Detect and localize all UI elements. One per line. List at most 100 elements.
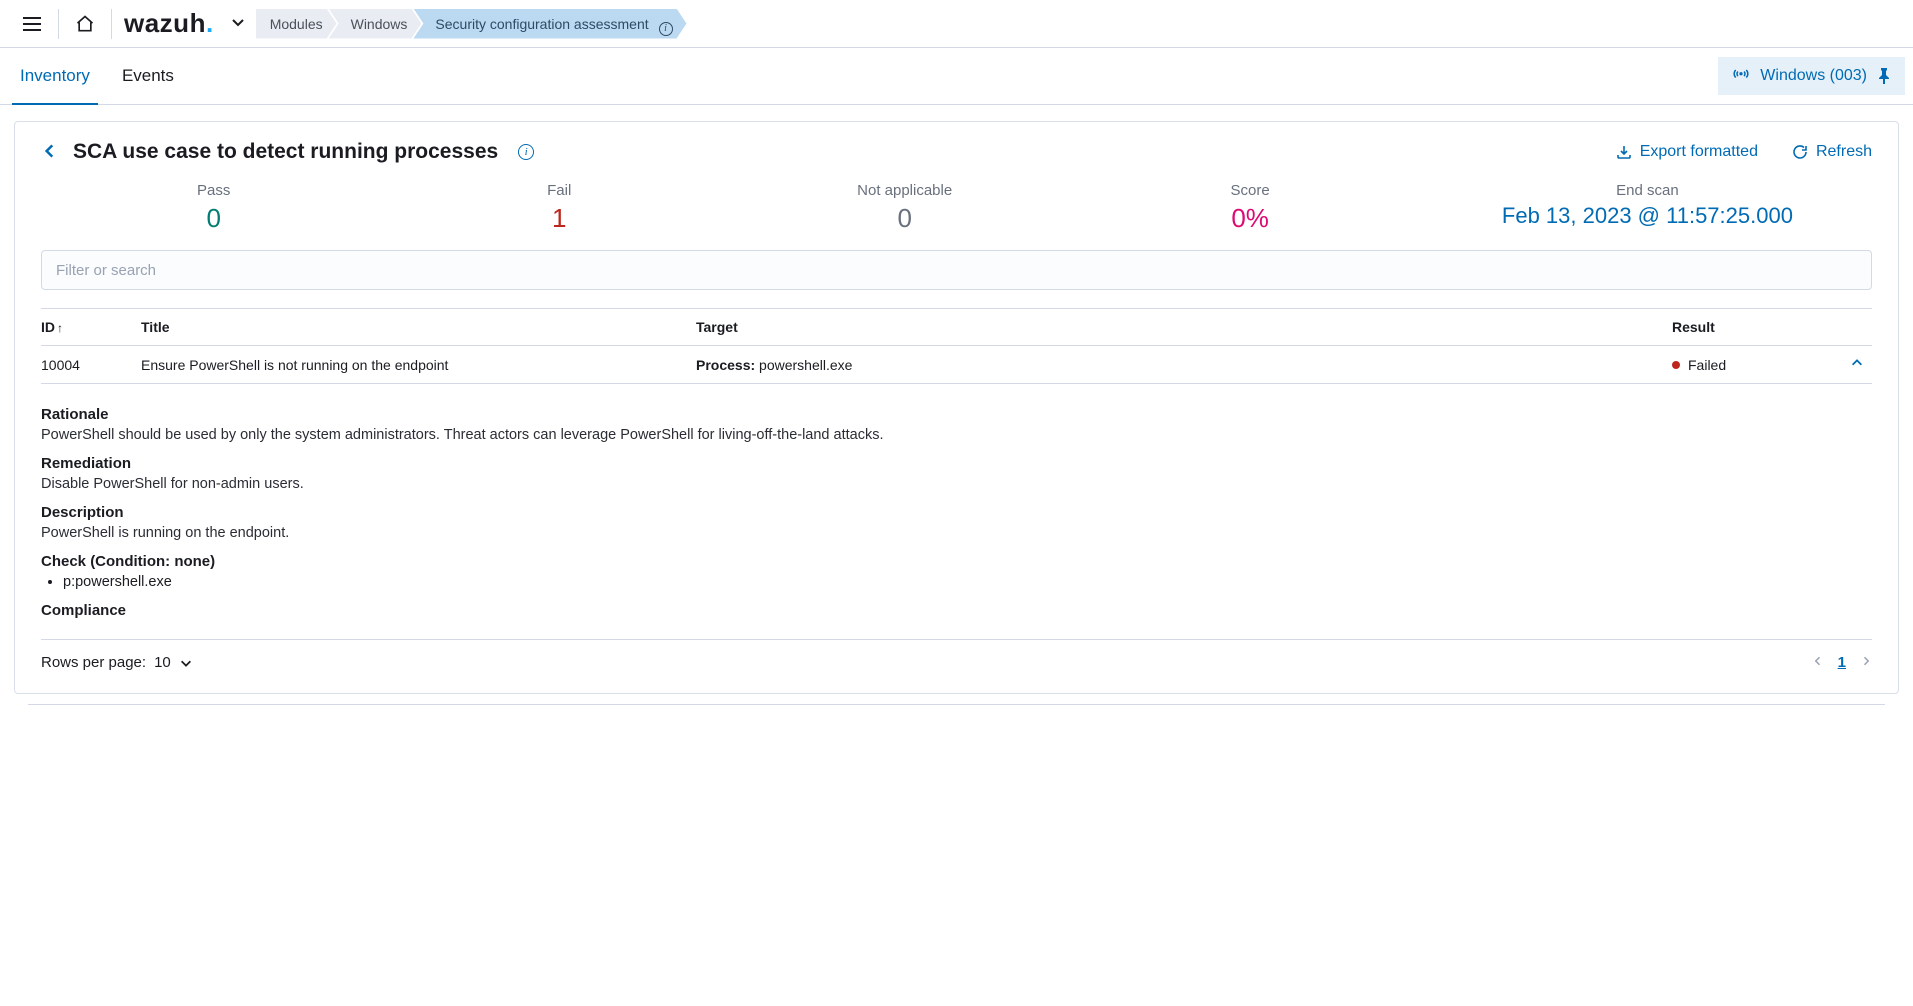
stat-score: Score 0%: [1077, 182, 1422, 234]
search-input[interactable]: [41, 250, 1872, 290]
cell-result: Failed: [1672, 347, 1832, 383]
refresh-icon: [1792, 144, 1808, 160]
check-heading: Check (Condition: none): [41, 553, 1872, 570]
home-icon: [75, 14, 95, 34]
info-icon[interactable]: i: [659, 22, 673, 36]
breadcrumb-sca[interactable]: Security configuration assessment i: [413, 9, 686, 39]
rows-per-page-value: 10: [154, 654, 171, 671]
results-table: ID↑ Title Target Result 10004 Ensure Pow…: [15, 308, 1898, 384]
cell-id: 10004: [41, 347, 141, 383]
menu-button[interactable]: [14, 6, 50, 42]
divider: [58, 9, 59, 39]
stat-not-applicable: Not applicable 0: [732, 182, 1077, 234]
sort-asc-icon: ↑: [57, 321, 63, 335]
stat-value: Feb 13, 2023 @ 11:57:25.000: [1423, 203, 1872, 229]
breadcrumb-windows[interactable]: Windows: [329, 9, 422, 39]
stat-value: 0%: [1077, 203, 1422, 234]
stat-label: Pass: [41, 182, 386, 199]
column-result[interactable]: Result: [1672, 309, 1832, 345]
status-dot-icon: [1672, 361, 1680, 369]
export-button[interactable]: Export formatted: [1616, 143, 1758, 161]
chevron-down-icon: [230, 14, 246, 30]
stat-value: 1: [386, 203, 731, 234]
stat-label: Fail: [386, 182, 731, 199]
tab-events[interactable]: Events: [120, 48, 176, 104]
stats-row: Pass 0 Fail 1 Not applicable 0 Score 0% …: [15, 172, 1898, 250]
next-page-button[interactable]: [1860, 654, 1872, 671]
back-button[interactable]: [41, 142, 59, 163]
export-label: Export formatted: [1640, 143, 1758, 161]
column-id[interactable]: ID↑: [41, 309, 141, 345]
stat-fail: Fail 1: [386, 182, 731, 234]
page-number[interactable]: 1: [1838, 654, 1846, 671]
chevron-left-icon: [41, 142, 59, 160]
prev-page-button[interactable]: [1812, 654, 1824, 671]
chevron-left-icon: [1812, 655, 1824, 667]
rationale-heading: Rationale: [41, 406, 1872, 423]
logo-dot: .: [206, 8, 214, 39]
app-switcher-button[interactable]: [230, 14, 246, 33]
chevron-down-icon: [179, 656, 193, 670]
stat-label: End scan: [1423, 182, 1872, 199]
breadcrumb-label: Security configuration assessment: [435, 16, 648, 32]
list-item: p:powershell.exe: [63, 574, 1872, 590]
table-footer: Rows per page: 10 1: [15, 640, 1898, 693]
row-detail: Rationale PowerShell should be used by o…: [41, 384, 1872, 640]
cell-title: Ensure PowerShell is not running on the …: [141, 347, 696, 383]
broadcast-icon: [1732, 67, 1750, 85]
hamburger-icon: [23, 17, 41, 31]
chevron-up-icon: [1850, 356, 1864, 370]
agent-label: Windows (003): [1760, 67, 1867, 85]
divider: [111, 9, 112, 39]
stat-pass: Pass 0: [41, 182, 386, 234]
panel-header: SCA use case to detect running processes…: [15, 122, 1898, 172]
logo-text: wazuh: [124, 8, 206, 39]
column-expand: [1832, 317, 1872, 337]
stat-end-scan: End scan Feb 13, 2023 @ 11:57:25.000: [1423, 182, 1872, 234]
column-title[interactable]: Title: [141, 309, 696, 345]
search-bar: [15, 250, 1898, 290]
home-button[interactable]: [67, 6, 103, 42]
check-list: p:powershell.exe: [63, 574, 1872, 590]
stat-value: 0: [41, 203, 386, 234]
remediation-text: Disable PowerShell for non-admin users.: [41, 476, 1872, 492]
cell-target: Process: powershell.exe: [696, 347, 1672, 383]
stat-value: 0: [732, 203, 1077, 234]
rows-per-page-label: Rows per page:: [41, 654, 146, 671]
table-header: ID↑ Title Target Result: [41, 308, 1872, 346]
chevron-right-icon: [1860, 655, 1872, 667]
tab-row: Inventory Events Windows (003): [0, 48, 1913, 105]
collapse-row-button[interactable]: [1850, 357, 1864, 373]
description-heading: Description: [41, 504, 1872, 521]
tab-inventory[interactable]: Inventory: [18, 48, 92, 104]
target-label: Process:: [696, 357, 755, 373]
target-value: powershell.exe: [759, 357, 852, 373]
remediation-heading: Remediation: [41, 455, 1872, 472]
table-row[interactable]: 10004 Ensure PowerShell is not running o…: [41, 346, 1872, 384]
pagination: 1: [1812, 654, 1872, 671]
result-text: Failed: [1688, 357, 1726, 373]
column-target[interactable]: Target: [696, 309, 1672, 345]
breadcrumb-label: Modules: [270, 16, 323, 32]
breadcrumb-label: Windows: [351, 16, 408, 32]
rationale-text: PowerShell should be used by only the sy…: [41, 427, 1872, 443]
pin-icon[interactable]: [1877, 68, 1891, 84]
stat-label: Not applicable: [732, 182, 1077, 199]
breadcrumb: Modules Windows Security configuration a…: [256, 9, 687, 39]
app-logo[interactable]: wazuh.: [124, 8, 214, 39]
compliance-heading: Compliance: [41, 602, 1872, 619]
divider: [28, 704, 1885, 705]
rows-per-page-selector[interactable]: Rows per page: 10: [41, 654, 193, 671]
page-title: SCA use case to detect running processes: [73, 140, 498, 164]
refresh-label: Refresh: [1816, 143, 1872, 161]
stat-label: Score: [1077, 182, 1422, 199]
top-bar: wazuh. Modules Windows Security configur…: [0, 0, 1913, 48]
breadcrumb-modules[interactable]: Modules: [256, 9, 337, 39]
agent-badge[interactable]: Windows (003): [1718, 57, 1905, 95]
description-text: PowerShell is running on the endpoint.: [41, 525, 1872, 541]
refresh-button[interactable]: Refresh: [1792, 143, 1872, 161]
download-icon: [1616, 144, 1632, 160]
info-icon[interactable]: i: [518, 144, 534, 160]
sca-panel: SCA use case to detect running processes…: [14, 121, 1899, 694]
tabs: Inventory Events: [0, 48, 176, 104]
